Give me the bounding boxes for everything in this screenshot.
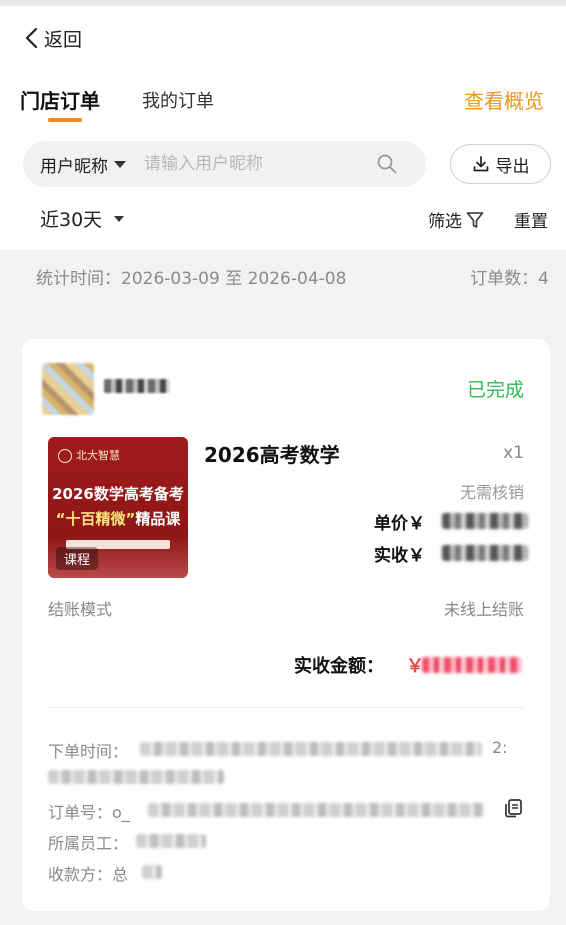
reset-button[interactable]: 重置 — [514, 207, 548, 232]
search-icon[interactable] — [376, 153, 398, 175]
caret-down-icon — [114, 215, 125, 222]
cover-headline: 2026数学高考备考 — [52, 485, 184, 503]
funnel-icon — [466, 211, 484, 228]
search-field-select[interactable]: 用户昵称 — [40, 152, 126, 177]
chevron-left-icon — [25, 27, 38, 49]
product-title: 2026高考数学 — [204, 443, 340, 467]
order-number-redacted — [148, 803, 484, 817]
payee-label: 收款方：总 — [48, 865, 129, 884]
status-badge: 已完成 — [466, 379, 524, 401]
paid-price-redacted — [442, 545, 528, 561]
date-range-select[interactable]: 近30天 — [40, 205, 125, 232]
checkout-mode-value: 未线上结账 — [443, 600, 524, 619]
customer-nickname-redacted — [104, 379, 170, 393]
total-amount-label: 实收金额： — [294, 656, 384, 677]
search-input[interactable] — [144, 154, 344, 174]
search-bar: 用户昵称 — [23, 141, 426, 187]
copy-icon[interactable] — [502, 797, 524, 819]
order-time-label: 下单时间： — [48, 742, 129, 761]
export-label: 导出 — [495, 156, 530, 177]
order-number-label: 订单号：o_ — [48, 803, 130, 822]
back-label: 返回 — [44, 28, 83, 51]
order-card[interactable]: 已完成 北大智慧 2026数学高考备考 “十百精微”精品课 课程 2026高考数… — [22, 339, 550, 911]
order-time-redacted — [140, 742, 482, 756]
divider — [48, 707, 524, 708]
total-amount-redacted — [422, 657, 522, 673]
caret-down-icon — [114, 160, 126, 168]
tab-my-orders[interactable]: 我的订单 — [142, 87, 214, 113]
unit-price-label: 单价￥ — [374, 514, 425, 534]
date-range-label: 近30天 — [40, 209, 103, 231]
staff-label: 所属员工： — [48, 834, 129, 853]
staff-redacted — [136, 834, 206, 848]
back-button[interactable]: 返回 — [24, 24, 82, 52]
product-cover-image[interactable]: 北大智慧 2026数学高考备考 “十百精微”精品课 课程 — [48, 437, 188, 578]
order-count: 订单数：4 — [470, 269, 549, 289]
order-time-redacted-line2 — [48, 770, 224, 784]
publisher-logo: 北大智慧 — [58, 447, 120, 463]
statistics-period: 统计时间：2026-03-09 至 2026-04-08 — [36, 269, 347, 289]
cover-subheadline: “十百精微”精品课 — [55, 510, 181, 528]
product-quantity: x1 — [503, 443, 524, 463]
tab-store-orders[interactable]: 门店订单 — [20, 85, 100, 114]
search-field-label: 用户昵称 — [40, 156, 108, 177]
order-time-tail: 2: — [492, 738, 508, 757]
seal-icon — [58, 449, 72, 463]
checkout-mode-label: 结账模式 — [48, 600, 113, 619]
avatar — [42, 363, 94, 415]
paid-price-label: 实收￥ — [374, 546, 425, 566]
order-tabs: 门店订单 我的订单 查看概览 — [0, 82, 566, 126]
view-overview-link[interactable]: 查看概览 — [464, 85, 544, 114]
export-button[interactable]: 导出 — [450, 144, 551, 184]
download-icon — [473, 156, 488, 172]
verification-status: 无需核销 — [459, 483, 524, 502]
payee-redacted — [142, 865, 162, 879]
filter-button[interactable]: 筛选 — [428, 207, 485, 232]
header-panel: 返回 门店订单 我的订单 查看概览 用户昵称 导出 近30天 筛选 重置 — [0, 6, 566, 250]
filter-label: 筛选 — [428, 212, 462, 232]
unit-price-redacted — [442, 513, 528, 529]
active-tab-indicator — [48, 118, 82, 122]
course-badge: 课程 — [56, 547, 99, 570]
